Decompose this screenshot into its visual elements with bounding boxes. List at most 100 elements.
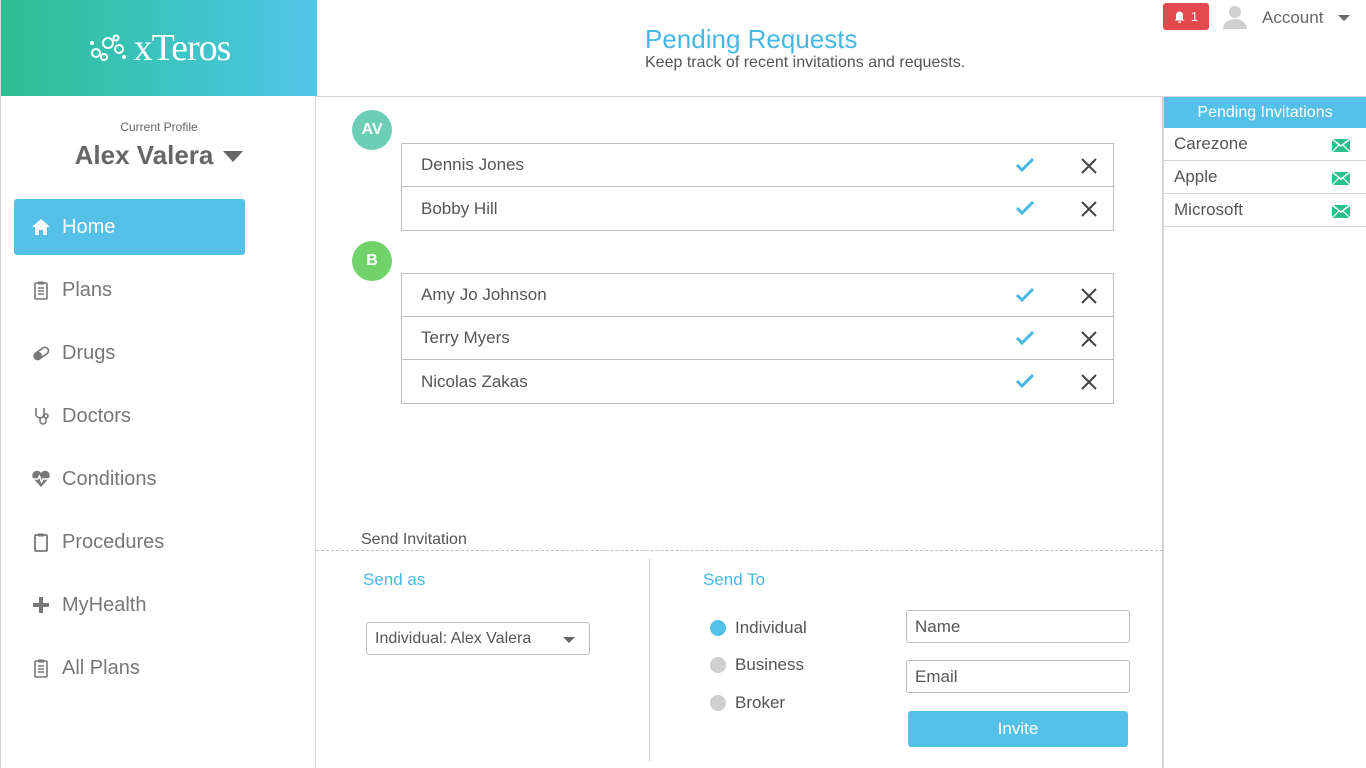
name-input[interactable] [906, 610, 1130, 643]
reject-close-icon[interactable] [1080, 287, 1098, 305]
email-input[interactable] [906, 660, 1130, 693]
account-menu[interactable]: Account [1262, 8, 1323, 28]
request-row: Nicolas Zakas [402, 360, 1113, 403]
page-subtitle: Keep track of recent invitations and req… [645, 54, 966, 71]
invitation-item[interactable]: Microsoft [1164, 194, 1366, 227]
brand-name: xTeros [133, 27, 232, 69]
sidebar-item-doctors[interactable]: Doctors [14, 388, 304, 444]
sidebar-item-conditions[interactable]: Conditions [14, 451, 304, 507]
requester-name: Terry Myers [421, 328, 510, 347]
radio-individual[interactable]: Individual [710, 618, 807, 638]
reject-close-icon[interactable] [1080, 330, 1098, 348]
request-row: Bobby Hill [402, 187, 1113, 230]
send-as-label: Send as [363, 570, 426, 589]
radio-broker[interactable]: Broker [710, 693, 785, 713]
requester-name: Amy Jo Johnson [421, 285, 547, 304]
invitation-item[interactable]: Apple [1164, 161, 1366, 194]
pending-invitations-title: Pending Invitations [1164, 97, 1366, 128]
radio-label: Broker [735, 693, 786, 712]
accept-check-icon[interactable] [1015, 329, 1035, 347]
brand-logo[interactable]: xTeros [88, 26, 231, 70]
profile-dropdown[interactable]: Alex Valera [1, 140, 317, 171]
notification-badge[interactable]: 1 [1163, 3, 1209, 30]
user-avatar-icon[interactable] [1222, 4, 1248, 30]
sidebar-item-label: Plans [62, 278, 113, 301]
sidebar-item-label: Procedures [62, 530, 165, 553]
requester-name: Nicolas Zakas [421, 371, 528, 391]
caret-down-icon[interactable] [223, 151, 244, 162]
radio-unselected-icon [710, 657, 726, 673]
sidebar-item-label: MyHealth [62, 593, 147, 616]
accept-check-icon[interactable] [1015, 156, 1035, 174]
vertical-divider [649, 559, 650, 761]
sidebar: xTeros Current Profile Alex Valera Home … [0, 0, 317, 768]
radio-selected-icon [710, 620, 726, 636]
sidebar-nav: Home Plans Drugs Doctors Conditions Proc… [14, 199, 304, 703]
requester-name: Bobby Hill [421, 198, 498, 218]
request-list-av: Dennis Jones Bobby Hill [401, 143, 1114, 231]
invitation-name: Apple [1174, 167, 1218, 186]
mail-icon[interactable] [1332, 172, 1350, 185]
sidebar-item-myhealth[interactable]: MyHealth [14, 577, 304, 633]
accept-check-icon[interactable] [1015, 199, 1035, 217]
molecule-logo-icon [89, 34, 126, 61]
send-to-label: Send To [703, 570, 766, 589]
home-icon [30, 216, 52, 238]
sidebar-item-all-plans[interactable]: All Plans [14, 640, 304, 696]
notification-count: 1 [1190, 9, 1199, 24]
profile-label: Current Profile [120, 120, 198, 134]
invitation-item[interactable]: Carezone [1164, 128, 1366, 161]
sidebar-item-label: Home [62, 215, 116, 238]
reject-close-icon[interactable] [1080, 157, 1098, 175]
section-divider [316, 550, 1163, 551]
invitation-name: Carezone [1174, 134, 1248, 153]
plus-icon [30, 594, 52, 616]
accept-check-icon[interactable] [1015, 372, 1035, 390]
top-header: Pending Requests Keep track of recent in… [316, 0, 1366, 97]
sidebar-item-drugs[interactable]: Drugs [14, 325, 304, 381]
sidebar-item-label: Conditions [62, 467, 157, 490]
brand-header: xTeros [1, 0, 317, 96]
bell-icon [1174, 11, 1185, 23]
pending-invitations-panel: Pending Invitations Carezone Apple Micro… [1163, 97, 1366, 768]
group-badge-b: B [352, 241, 392, 281]
send-as-value: Individual: Alex Valera [375, 629, 532, 647]
radio-label: Business [735, 655, 804, 674]
reject-close-icon[interactable] [1080, 373, 1098, 391]
radio-business[interactable]: Business [710, 655, 804, 675]
sidebar-item-home[interactable]: Home [14, 199, 245, 255]
send-as-select[interactable]: Individual: Alex Valera [366, 622, 590, 655]
invite-button[interactable]: Invite [908, 711, 1128, 747]
profile-name: Alex Valera [74, 140, 214, 170]
sidebar-item-procedures[interactable]: Procedures [14, 514, 304, 570]
request-row: Amy Jo Johnson [402, 274, 1113, 317]
mail-icon[interactable] [1332, 139, 1350, 152]
sidebar-item-plans[interactable]: Plans [14, 262, 304, 318]
chevron-down-icon [563, 637, 575, 643]
pill-icon [30, 342, 52, 364]
group-badge-av: AV [352, 110, 392, 150]
page-title: Pending Requests [645, 24, 858, 54]
request-list-b: Amy Jo Johnson Terry Myers Nicolas Zakas [401, 273, 1114, 404]
clipboard-check-icon [30, 531, 52, 553]
request-row: Terry Myers [402, 317, 1113, 360]
list-clipboard-icon [30, 657, 52, 679]
account-caret-icon[interactable] [1338, 15, 1350, 21]
invitation-name: Microsoft [1174, 200, 1243, 219]
sidebar-item-label: Doctors [62, 404, 131, 427]
stethoscope-icon [30, 405, 52, 427]
mail-icon[interactable] [1332, 205, 1350, 218]
radio-label: Individual [735, 618, 807, 637]
clipboard-icon [30, 279, 52, 301]
send-invitation-heading: Send Invitation [361, 531, 467, 548]
accept-check-icon[interactable] [1015, 286, 1035, 304]
sidebar-item-label: All Plans [62, 656, 140, 679]
pending-requests-panel: AV Dennis Jones Bobby Hill B Amy Jo John… [316, 97, 1163, 768]
radio-unselected-icon [710, 695, 726, 711]
reject-close-icon[interactable] [1080, 200, 1098, 218]
request-row: Dennis Jones [402, 144, 1113, 187]
profile-switcher: Current Profile Alex Valera [1, 120, 317, 171]
heartbeat-icon [30, 468, 52, 490]
requester-name: Dennis Jones [421, 155, 525, 174]
sidebar-item-label: Drugs [62, 341, 116, 364]
